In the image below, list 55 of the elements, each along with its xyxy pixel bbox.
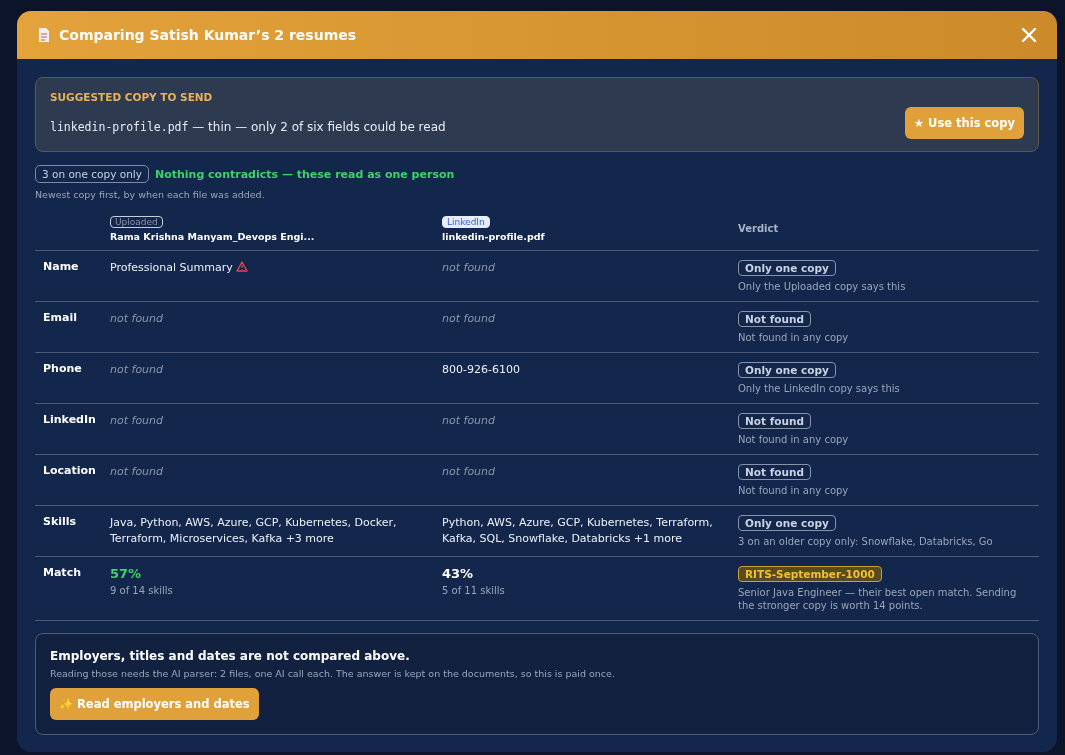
row-label: Email <box>43 311 77 324</box>
verdict-note: Not found in any copy <box>738 331 850 344</box>
order-note: Newest copy first, by when each file was added. <box>35 189 266 200</box>
verdict-note: Only the Uploaded copy says this <box>738 280 907 293</box>
panel-text: Reading those needs the AI parser: 2 files, one AI call each. The answer is kept on the documents, so this is paid once. <box>50 668 615 679</box>
field-value: Python, AWS, Azure, GCP, Kubernetes, Terraform, Kafka, SQL, Snowflake, Databricks +1 more <box>442 515 714 547</box>
document-icon <box>37 27 51 43</box>
verdict-note: Not found in any copy <box>738 433 850 446</box>
field-value: not found <box>110 464 165 480</box>
field-value: 800-926-6100 <box>442 362 521 378</box>
verdict-badge: Only one copy <box>738 260 836 276</box>
dialog-title: Comparing Satish Kumar’s 2 resumes <box>59 27 358 43</box>
verdict-badge: Not found <box>738 413 811 429</box>
field-value: not found <box>442 311 497 327</box>
verdict-badge: Not found <box>738 311 811 327</box>
use-copy-button[interactable]: ★ Use this copy <box>904 107 1024 139</box>
close-button[interactable] <box>1019 25 1039 45</box>
skills-count: 5 of 11 skills <box>442 585 505 596</box>
verdict-badge: Only one copy <box>738 515 836 531</box>
source-tag: LinkedIn <box>442 216 490 228</box>
column-heading: Verdict <box>738 223 779 234</box>
verdict-note: Not found in any copy <box>738 484 850 497</box>
verdict-note: Only the LinkedIn copy says this <box>738 382 901 395</box>
row-label: Location <box>43 464 96 477</box>
warning-icon <box>235 261 248 272</box>
field-value: not found <box>442 413 497 429</box>
match-percent: 43% <box>442 566 474 581</box>
verdict-note: Senior Java Engineer — their best open match. Sending the stronger copy is worth 14 points. <box>738 586 1018 612</box>
panel-title: Employers, titles and dates are not compared above. <box>50 649 410 663</box>
field-value: Java, Python, AWS, Azure, GCP, Kubernetes, Docker, Terraform, Microservices, Kafka +3 more <box>110 515 398 547</box>
verdict-badge: Only one copy <box>738 362 836 378</box>
consistency-status: Nothing contradicts — these read as one person <box>154 167 455 181</box>
suggestion-heading: SUGGESTED COPY TO SEND <box>50 91 214 103</box>
count-badge: 3 on one copy only <box>35 165 149 183</box>
verdict-note: 3 on an older copy only: Snowflake, Databricks, Go <box>738 535 994 548</box>
suggestion-text: linkedin-profile.pdf — thin — only 2 of six fields could be read <box>50 120 446 134</box>
verdict-badge: Not found <box>738 464 811 480</box>
field-value: not found <box>442 464 497 480</box>
field-value: Professional Summary <box>110 260 268 276</box>
row-label: Phone <box>43 362 82 375</box>
row-label: LinkedIn <box>43 413 96 426</box>
read-employers-button[interactable]: ✨ Read employers and dates <box>50 688 259 720</box>
row-label: Match <box>43 566 81 579</box>
row-label: Skills <box>43 515 77 528</box>
file-name: Rama Krishna Manyam_Devops Engi... <box>110 231 315 242</box>
field-value: not found <box>442 260 497 276</box>
row-label: Name <box>43 260 79 273</box>
verdict-badge: RITS-September-1000 <box>738 566 882 582</box>
field-value: not found <box>110 362 165 378</box>
file-name: linkedin-profile.pdf <box>442 231 545 242</box>
skills-count: 9 of 14 skills <box>110 585 173 596</box>
field-value: not found <box>110 311 165 327</box>
field-value: not found <box>110 413 165 429</box>
source-tag: Uploaded <box>110 216 163 228</box>
match-percent: 57% <box>110 566 142 581</box>
